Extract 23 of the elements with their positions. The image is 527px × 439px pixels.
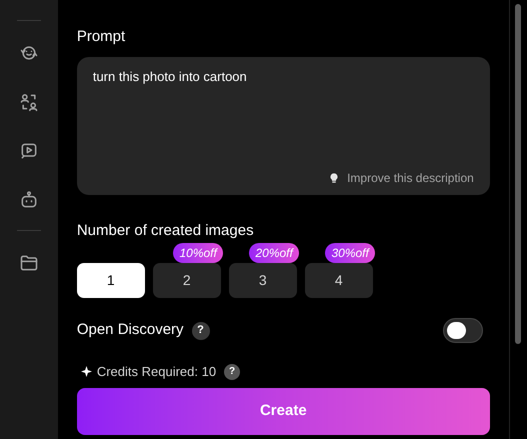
image-count-option[interactable]: 4 [304, 263, 373, 298]
robot-icon[interactable] [18, 190, 39, 210]
sparkle-icon [80, 366, 92, 378]
open-discovery-label: Open Discovery [76, 320, 184, 340]
open-discovery-toggle[interactable] [442, 318, 483, 343]
discount-badge: 20%off [249, 243, 299, 263]
people-swap-icon[interactable] [18, 92, 39, 112]
image-count-option[interactable]: 3 [228, 263, 297, 298]
help-icon[interactable]: ? [192, 322, 210, 340]
create-button[interactable]: Create [76, 388, 490, 434]
scrollbar[interactable] [515, 4, 522, 344]
credits-text: Credits Required: 10 [96, 363, 216, 381]
prompt-label: Prompt [76, 28, 126, 46]
prompt-text: turn this photo into cartoon [92, 68, 248, 86]
image-count-option[interactable]: 1 [76, 263, 145, 298]
prompt-field[interactable]: turn this photo into cartoon Improve this description [76, 57, 490, 195]
image-count-option[interactable]: 2 [152, 263, 221, 298]
help-icon[interactable]: ? [224, 364, 240, 380]
folder-icon[interactable] [18, 253, 39, 273]
discount-badge: 10%off [173, 243, 223, 263]
image-count-label: Number of created images [76, 222, 255, 240]
improve-description-link[interactable]: Improve this description [347, 169, 474, 187]
discount-badge: 30%off [325, 243, 375, 263]
